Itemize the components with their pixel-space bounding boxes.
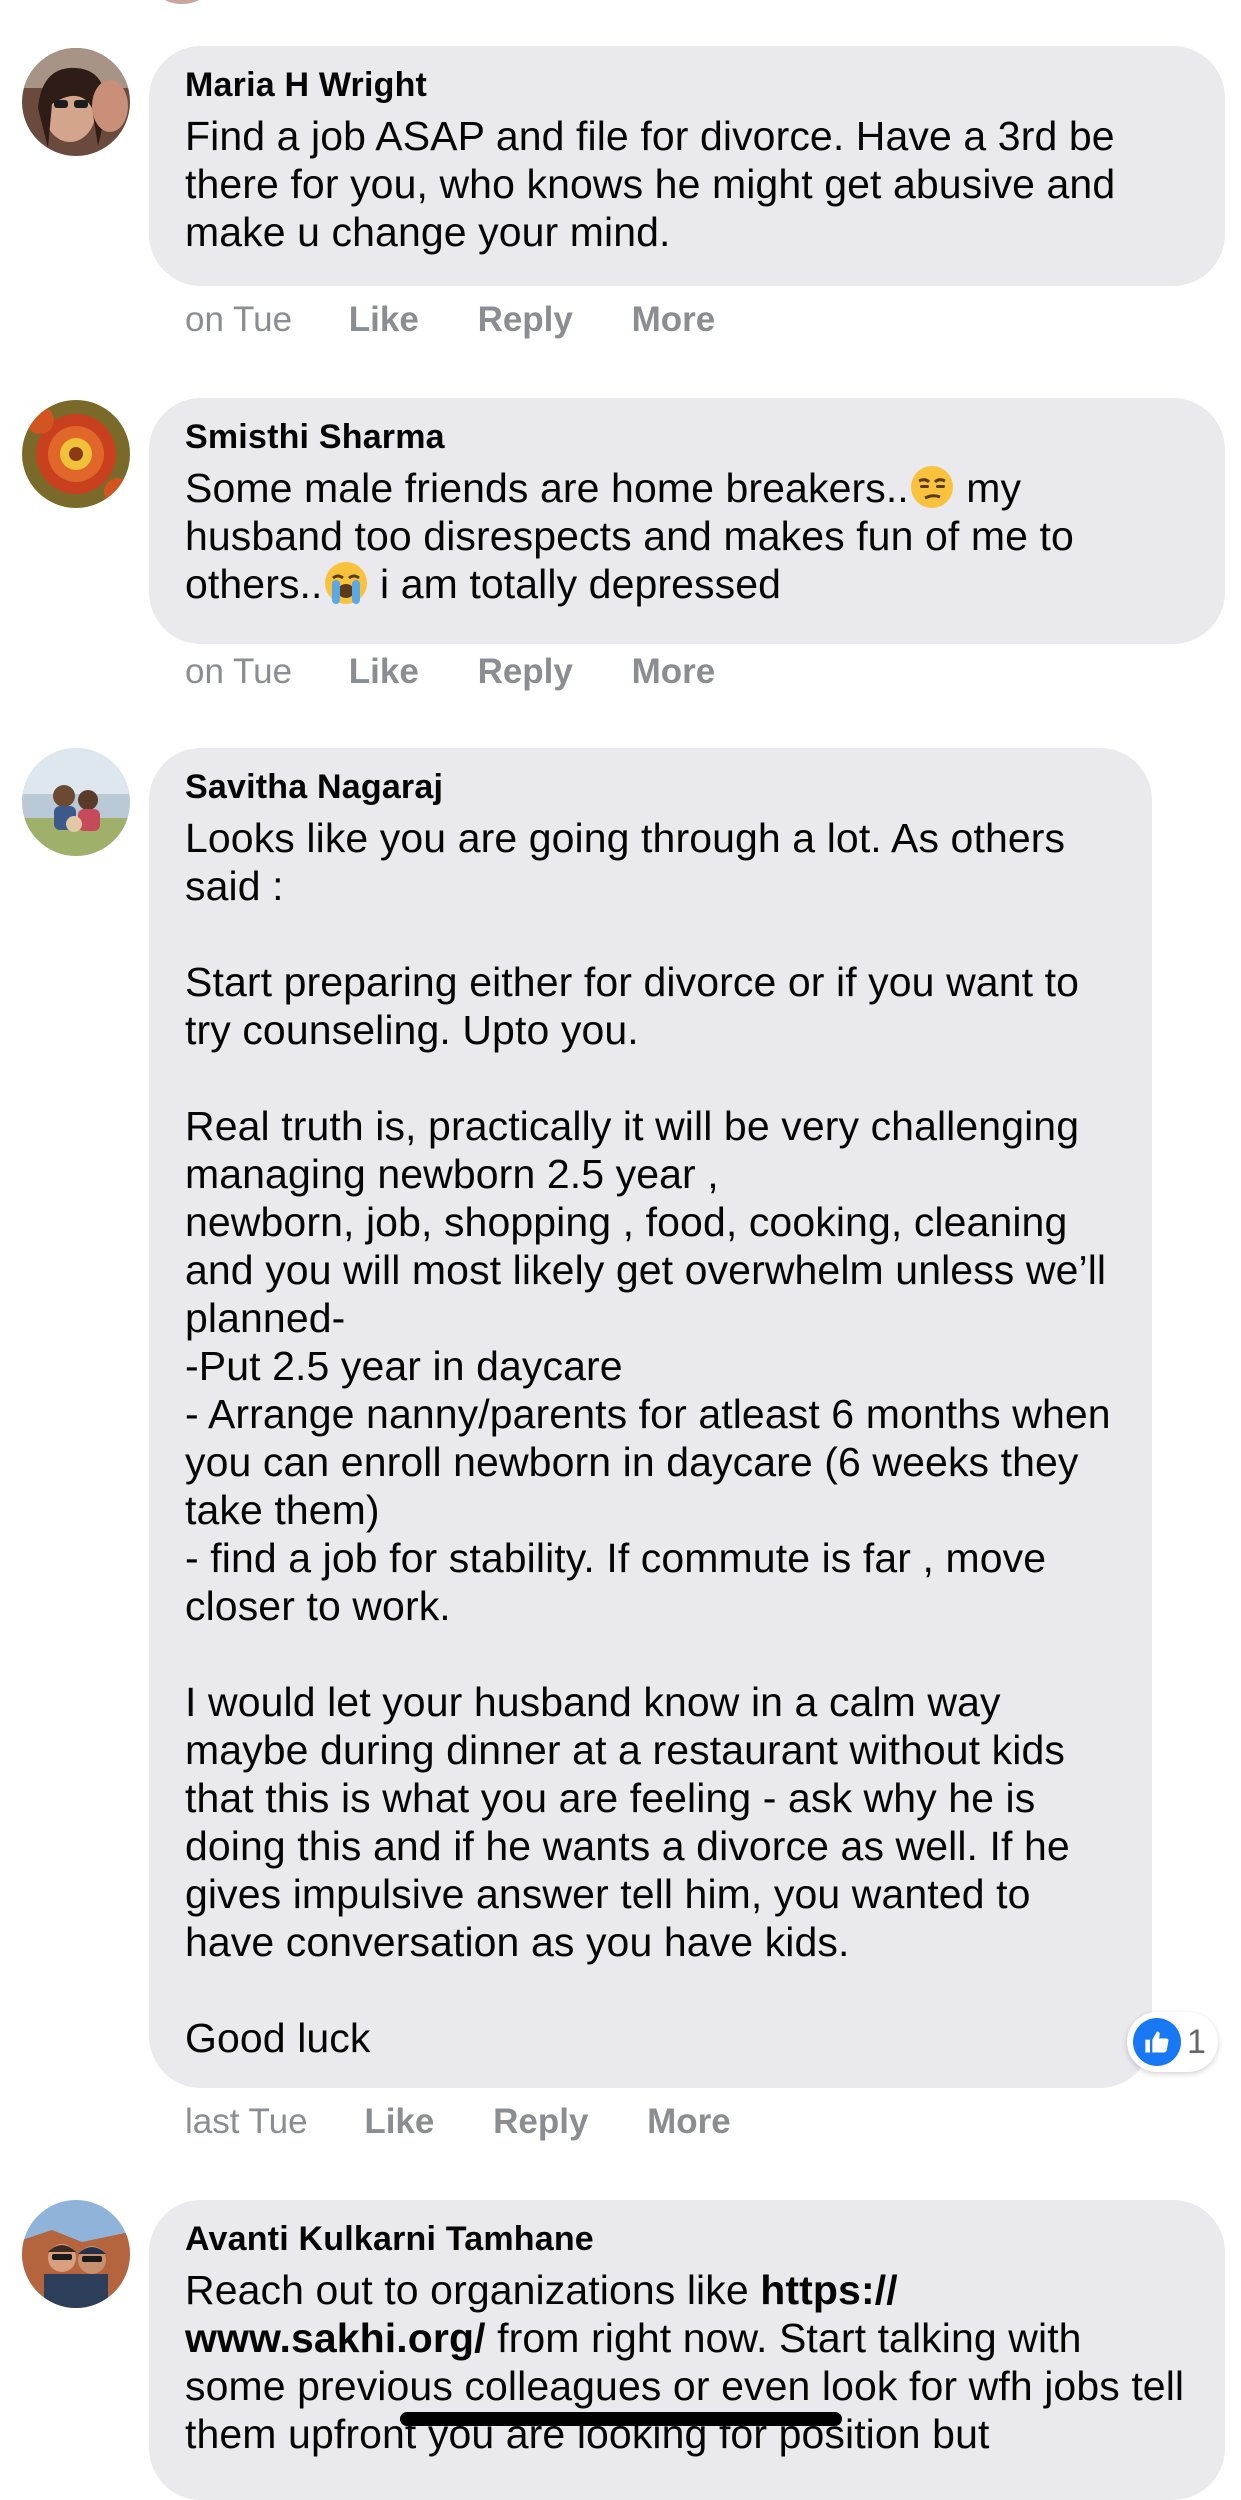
avatar[interactable] bbox=[22, 48, 130, 156]
comment-bubble[interactable]: Smisthi Sharma Some male friends are hom… bbox=[149, 398, 1225, 644]
avatar[interactable] bbox=[22, 400, 130, 508]
comment-actions: on Tue Like Reply More bbox=[185, 300, 764, 340]
comment-actions: on Tue Like Reply More bbox=[185, 652, 764, 692]
thumbs-up-icon bbox=[1133, 2018, 1181, 2066]
avatar[interactable] bbox=[22, 748, 130, 856]
more-button[interactable]: More bbox=[647, 2102, 731, 2142]
unamused-face-emoji bbox=[909, 464, 955, 510]
comment-time[interactable]: on Tue bbox=[185, 652, 292, 692]
comment-text: Looks like you are going through a lot. … bbox=[185, 815, 1111, 2061]
loudly-crying-face-emoji bbox=[323, 560, 369, 606]
comment-actions: last Tue Like Reply More bbox=[185, 2102, 780, 2142]
reaction-summary[interactable]: 1 bbox=[1127, 2012, 1218, 2072]
comment-bubble[interactable]: Maria H Wright Find a job ASAP and file … bbox=[149, 46, 1225, 286]
like-button[interactable]: Like bbox=[349, 300, 419, 340]
reply-button[interactable]: Reply bbox=[478, 300, 573, 340]
home-indicator[interactable] bbox=[400, 2412, 842, 2426]
reply-button[interactable]: Reply bbox=[493, 2102, 588, 2142]
previous-comment-avatar bbox=[152, 0, 212, 4]
more-button[interactable]: More bbox=[632, 300, 716, 340]
reaction-count: 1 bbox=[1187, 2022, 1206, 2061]
comment-author[interactable]: Avanti Kulkarni Tamhane bbox=[185, 2218, 1189, 2260]
comment-text-part: i am totally depressed bbox=[368, 561, 782, 607]
more-button[interactable]: More bbox=[632, 652, 716, 692]
comment-text: Some male friends are home breakers.. my… bbox=[185, 464, 1189, 608]
comment-author[interactable]: Maria H Wright bbox=[185, 64, 1189, 106]
comment-text: Reach out to organizations like https://… bbox=[185, 2266, 1189, 2458]
avatar[interactable] bbox=[22, 2200, 130, 2308]
comment-text: Find a job ASAP and file for divorce. Ha… bbox=[185, 113, 1127, 255]
comment-text-part: Reach out to organizations like bbox=[185, 2267, 761, 2313]
reply-button[interactable]: Reply bbox=[478, 652, 573, 692]
comment-author[interactable]: Smisthi Sharma bbox=[185, 416, 1189, 458]
comment-bubble[interactable]: Avanti Kulkarni Tamhane Reach out to org… bbox=[149, 2200, 1225, 2500]
like-button[interactable]: Like bbox=[349, 652, 419, 692]
comment-text-part: Some male friends are home breakers.. bbox=[185, 465, 909, 511]
like-button[interactable]: Like bbox=[364, 2102, 434, 2142]
comment-author[interactable]: Savitha Nagaraj bbox=[185, 766, 1116, 808]
comment-bubble[interactable]: Savitha Nagaraj Looks like you are going… bbox=[149, 748, 1152, 2088]
comment-time[interactable]: on Tue bbox=[185, 300, 292, 340]
comment-time[interactable]: last Tue bbox=[185, 2102, 308, 2142]
